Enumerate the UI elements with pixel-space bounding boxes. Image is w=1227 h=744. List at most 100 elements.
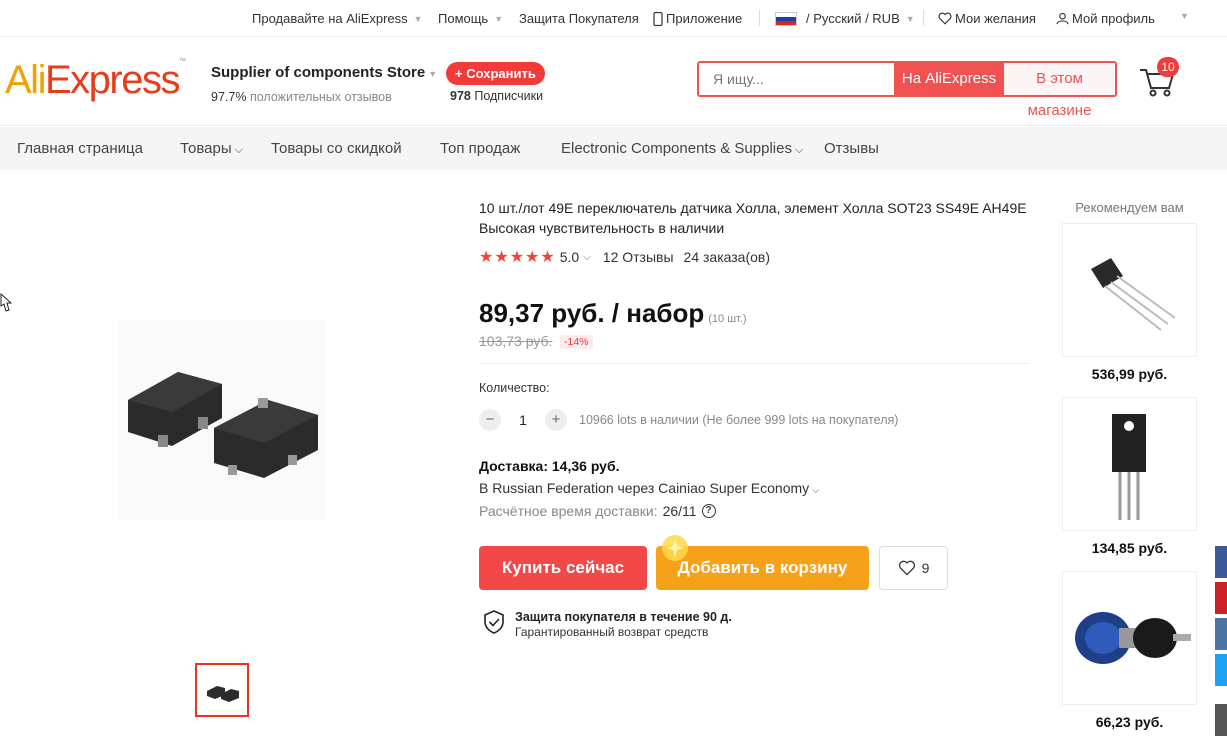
wishlist-label: Мои желания bbox=[955, 11, 1036, 26]
price-unit: (10 шт.) bbox=[708, 313, 747, 325]
wishlist-button[interactable]: 9 bbox=[879, 546, 948, 590]
chevron-down-icon: ▼ bbox=[1180, 11, 1189, 21]
app-link[interactable]: Приложение bbox=[653, 11, 742, 26]
help-icon[interactable]: ? bbox=[701, 504, 716, 518]
logo-part1: Ali bbox=[5, 58, 46, 102]
quantity-input[interactable]: 1 bbox=[513, 412, 533, 428]
chevron-down-icon: ▼ bbox=[494, 13, 504, 24]
store-header: AliExpress™ Supplier of components Store… bbox=[0, 38, 1227, 126]
nav-products-label: Товары bbox=[180, 140, 232, 157]
orders-count: 24 заказа(ов) bbox=[683, 249, 771, 265]
recommend-card[interactable] bbox=[1062, 571, 1197, 705]
subscribers-count: 978 bbox=[450, 89, 471, 103]
store-name[interactable]: Supplier of components Store ▼ bbox=[211, 64, 437, 81]
divider bbox=[479, 363, 1029, 364]
cart-count-badge: 10 bbox=[1157, 57, 1179, 77]
product-main-image[interactable] bbox=[118, 320, 326, 520]
nav-top-sales[interactable]: Топ продаж bbox=[440, 140, 520, 157]
help-label: Помощь bbox=[438, 11, 489, 26]
nav-category[interactable]: Electronic Components & Supplies ⌵ bbox=[561, 140, 803, 157]
profile-label: Мой профиль bbox=[1072, 11, 1155, 26]
recommend-title: Рекомендуем вам bbox=[1075, 200, 1184, 215]
logo-part2: Express bbox=[44, 58, 181, 102]
save-store-button[interactable]: + Сохранить bbox=[446, 62, 545, 85]
wish-count: 9 bbox=[921, 560, 930, 576]
nav-home[interactable]: Главная страница bbox=[17, 140, 143, 157]
search-aliexpress-button[interactable]: На AliExpress bbox=[894, 63, 1004, 95]
nav-products[interactable]: Товары ⌵ bbox=[180, 140, 243, 157]
language-currency-label: / Русский / RUB bbox=[806, 11, 900, 26]
logo-trademark: ™ bbox=[178, 58, 186, 65]
store-feedback: 97.7% положительных отзывов bbox=[211, 90, 392, 104]
price-value: 89,37 руб. / набор bbox=[479, 298, 705, 328]
product-title: 10 шт./лот 49E переключатель датчика Хол… bbox=[479, 200, 1027, 236]
thumbnail-image bbox=[207, 686, 239, 702]
nav-discounts[interactable]: Товары со скидкой bbox=[271, 140, 402, 157]
feedback-percent: 97.7% bbox=[211, 90, 247, 104]
vk-share-icon[interactable] bbox=[1215, 618, 1227, 650]
more-share-icon[interactable] bbox=[1215, 704, 1227, 736]
recommend-card[interactable] bbox=[1062, 397, 1197, 531]
wishlist-link[interactable]: Мои желания bbox=[938, 11, 1036, 26]
search-input[interactable] bbox=[699, 63, 894, 95]
increase-quantity-button[interactable]: + bbox=[545, 409, 567, 431]
subscribers-label: Подписчики bbox=[474, 89, 544, 103]
shield-check-icon bbox=[484, 610, 504, 634]
buyer-protection: Защита покупателя в течение 90 д. Гарант… bbox=[483, 610, 732, 639]
reviews-count[interactable]: 12 Отзывы bbox=[603, 249, 674, 265]
protection-subtitle: Гарантированный возврат средств bbox=[515, 625, 709, 639]
eta-label: Расчётное время доставки: bbox=[479, 503, 658, 519]
heart-icon bbox=[898, 560, 915, 576]
store-nav: Главная страница Товары ⌵ Товары со скид… bbox=[0, 127, 1227, 170]
app-label: Приложение bbox=[666, 11, 743, 26]
shipping-cost: Доставка: 14,36 руб. bbox=[479, 458, 620, 474]
recommend-price: 536,99 руб. bbox=[1091, 366, 1168, 382]
stock-info: 10966 lots в наличии (Не более 999 lots … bbox=[579, 413, 899, 427]
facebook-share-icon[interactable] bbox=[1215, 546, 1227, 578]
rating-row: ★★★★★ 5.0 ⌵ 12 Отзывы 24 заказа(ов) bbox=[479, 247, 770, 267]
nav-reviews[interactable]: Отзывы bbox=[824, 140, 879, 157]
recommend-card[interactable] bbox=[1062, 223, 1197, 357]
chevron-down-icon: ⌵ bbox=[583, 251, 591, 263]
language-currency-selector[interactable]: / Русский / RUB ▼ bbox=[775, 11, 915, 26]
search-bar: На AliExpress В этом магазине bbox=[697, 61, 1117, 119]
hand-cursor-icon bbox=[0, 292, 12, 312]
quantity-label: Количество: bbox=[479, 381, 550, 395]
search-store-button[interactable]: В этом магазине bbox=[1004, 63, 1115, 119]
rating-value[interactable]: 5.0 bbox=[560, 249, 579, 265]
sell-link[interactable]: Продавайте на AliExpress ▼ bbox=[252, 11, 423, 26]
sell-label: Продавайте на AliExpress bbox=[252, 11, 408, 26]
recommend-price: 134,85 руб. bbox=[1091, 540, 1168, 556]
profile-link[interactable]: Мой профиль bbox=[1056, 11, 1155, 26]
menu-toggle[interactable]: ▼ bbox=[1177, 11, 1189, 21]
top-bar: Продавайте на AliExpress ▼ Помощь ▼ Защита… bbox=[0, 0, 1227, 37]
feedback-label: положительных отзывов bbox=[249, 90, 392, 104]
chevron-down-icon: ▼ bbox=[428, 69, 438, 79]
buy-now-button[interactable]: Купить сейчас bbox=[479, 546, 647, 590]
chevron-down-icon: ▼ bbox=[905, 13, 915, 24]
twitter-share-icon[interactable] bbox=[1215, 654, 1227, 686]
buyer-protection-link[interactable]: Защита Покупателя bbox=[519, 11, 639, 26]
heart-icon bbox=[938, 12, 952, 25]
store-name-label: Supplier of components Store bbox=[211, 64, 426, 81]
star-rating-icon: ★★★★★ bbox=[479, 249, 556, 266]
pinterest-share-icon[interactable] bbox=[1215, 582, 1227, 614]
product-image bbox=[1091, 258, 1176, 331]
shipping-method[interactable]: В Russian Federation через Cainiao Super… bbox=[479, 480, 820, 496]
aliexpress-logo[interactable]: AliExpress™ bbox=[5, 58, 186, 103]
product-thumbnail[interactable] bbox=[195, 663, 249, 717]
subscribers: 978 Подписчики bbox=[450, 89, 543, 103]
recommend-price: 66,23 руб. bbox=[1095, 714, 1164, 730]
divider bbox=[923, 10, 924, 26]
chevron-down-icon: ⌵ bbox=[231, 144, 244, 156]
protection-title: Защита покупателя в течение 90 д. bbox=[515, 610, 732, 624]
decrease-quantity-button[interactable]: − bbox=[479, 409, 501, 431]
chevron-down-icon: ⌵ bbox=[791, 144, 804, 156]
eta-value: 26/11 bbox=[662, 503, 697, 519]
discount-badge: -14% bbox=[560, 335, 593, 349]
phone-icon bbox=[653, 11, 663, 26]
help-link[interactable]: Помощь ▼ bbox=[438, 11, 503, 26]
buyer-protection-label: Защита Покупателя bbox=[519, 11, 639, 26]
sparkle-icon bbox=[662, 535, 688, 561]
product-price: 89,37 руб. / набор (10 шт.) bbox=[479, 298, 747, 329]
